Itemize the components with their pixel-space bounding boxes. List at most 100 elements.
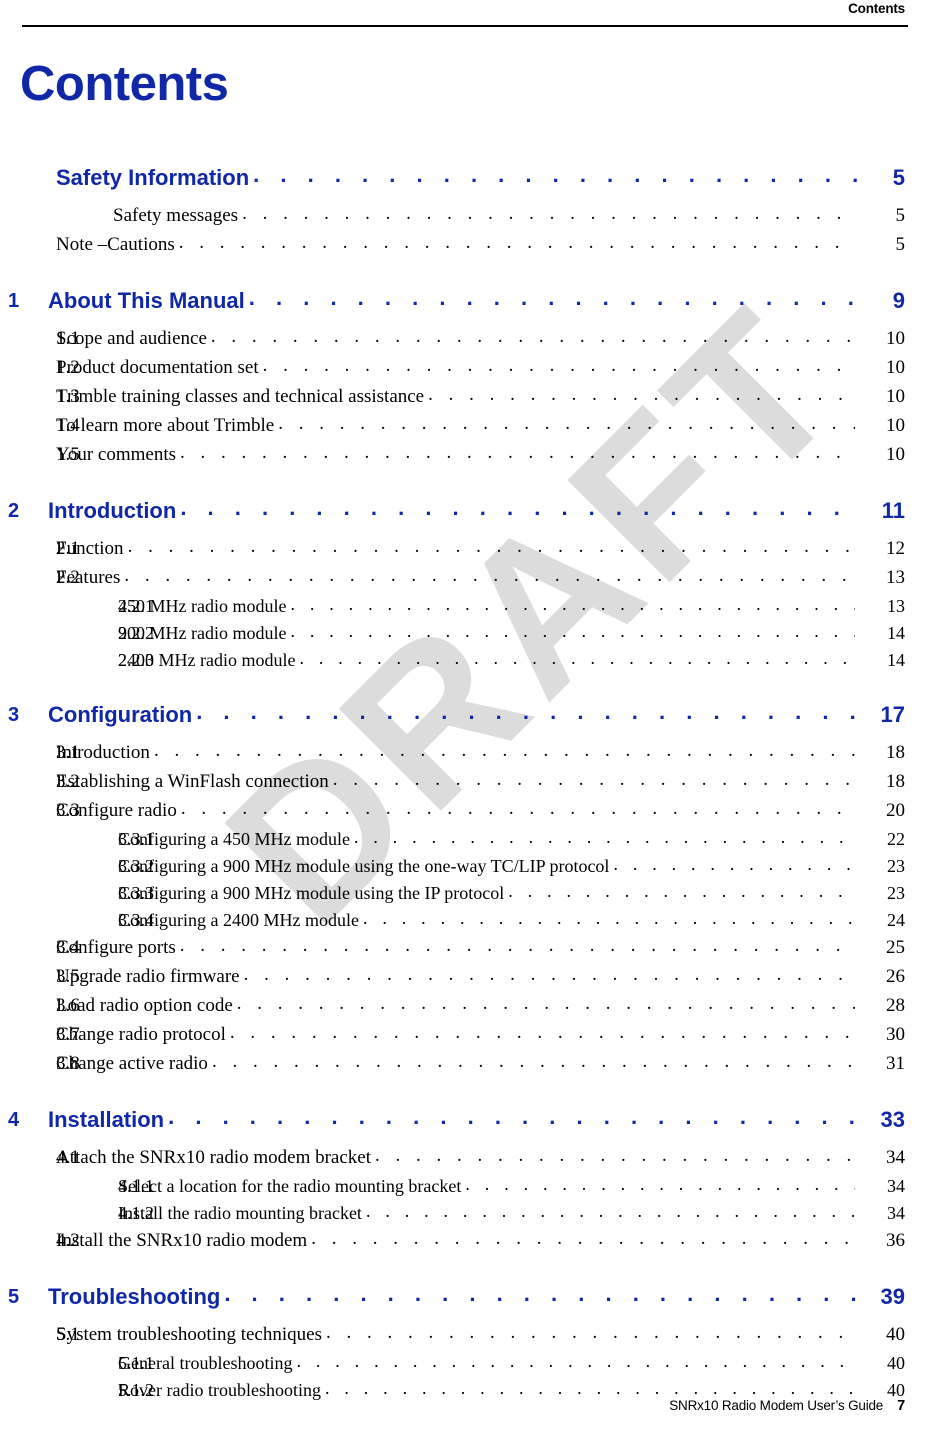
toc-entry-page-number: 23: [887, 856, 905, 876]
toc-entry-label: Rover radio troubleshooting: [118, 1380, 321, 1400]
toc-leader-dots: . . . . . . . . . . . . . . . . . . . . …: [375, 1145, 855, 1166]
toc-entry-section[interactable]: 3.1 Introduction. . . . . . . . . . . . .…: [0, 740, 930, 771]
toc-entry-chapter[interactable]: 1 About This Manual. . . . . . . . . . . …: [0, 281, 930, 321]
toc-leader-dots: . . . . . . . . . . . . . . . . . . . . …: [613, 854, 855, 874]
toc-entry-page-number: 30: [886, 1024, 905, 1045]
toc-entry-number: 3.3: [56, 800, 80, 821]
toc-leader-dots: . . . . . . . . . . . . . . . . . . . . …: [465, 1174, 855, 1194]
toc-entry-subsection[interactable]: 2.2.2 900 MHz radio module. . . . . . . .…: [0, 621, 930, 650]
toc-leader-dots: . . . . . . . . . . . . . . . . . . . . …: [180, 798, 855, 819]
toc-entry-section[interactable]: 1.4 To learn more about Trimble. . . . . …: [0, 413, 930, 444]
toc-entry-number: 4.1.1: [118, 1176, 154, 1196]
toc-entry-section[interactable]: 3.8 Change active radio. . . . . . . . . …: [0, 1051, 930, 1082]
toc-entry-page-number: 40: [886, 1324, 905, 1345]
toc-entry-section[interactable]: 3.7 Change radio protocol. . . . . . . . …: [0, 1022, 930, 1053]
toc-leader-dots: . . . . . . . . . . . . . . . . . . . . …: [508, 881, 855, 901]
toc-entry-subsection[interactable]: 4.1.1 Select a location for the radio mou…: [0, 1174, 930, 1203]
toc-entry-label: Configuring a 900 MHz module using the I…: [118, 883, 505, 903]
toc-leader-dots: . . . . . . . . . . . . . . . . . . . . …: [311, 1228, 855, 1249]
toc-entry-section[interactable]: 3.6 Load radio option code. . . . . . . .…: [0, 993, 930, 1024]
toc-entry-label: Attach the SNRx10 radio modem bracket: [56, 1147, 372, 1168]
page-title: Contents: [20, 57, 229, 111]
toc-leader-dots: . . . . . . . . . . . . . . . . . . . . …: [179, 935, 855, 956]
toc-entry-section[interactable]: 2.2 Features. . . . . . . . . . . . . . .…: [0, 565, 930, 596]
toc-entry-page-number: 13: [886, 567, 905, 588]
toc-entry-number: 3.8: [56, 1053, 80, 1074]
document-page: DRAFT Contents Contents Safety Informati…: [0, 0, 930, 1430]
toc-entry-page-number: 14: [887, 623, 905, 643]
toc-entry-section[interactable]: 3.2 Establishing a WinFlash connection. .…: [0, 769, 930, 800]
toc-leader-dots: . . . . . . . . . . . . . . . . . . . . …: [153, 740, 855, 761]
toc-leader-dots: . . . . . . . . . . . . . . . . . . . . …: [353, 827, 855, 847]
toc-entry-label: Introduction: [48, 498, 177, 523]
toc-leader-dots: . . . . . . . . . . . . . . . . . . . . …: [243, 964, 855, 985]
toc-entry-page-number: 10: [886, 357, 905, 378]
header-rule: [22, 25, 908, 27]
toc-entry-section[interactable]: 1.3 Trimble training classes and technica…: [0, 384, 930, 415]
toc-entry-section[interactable]: 4.2 Install the SNRx10 radio modem. . . .…: [0, 1228, 930, 1259]
toc-entry-section[interactable]: 1.1 Scope and audience. . . . . . . . . .…: [0, 326, 930, 357]
toc-entry-label: Establishing a WinFlash connection: [56, 771, 329, 792]
toc-entry-label: Change active radio: [56, 1053, 208, 1074]
toc-entry-label: Features: [56, 567, 121, 588]
toc-entry-page-number: 39: [880, 1284, 905, 1309]
toc-entry-label: Function: [56, 538, 124, 559]
toc-entry-section[interactable]: 3.3 Configure radio. . . . . . . . . . . …: [0, 798, 930, 829]
toc-entry-section[interactable]: 3.4 Configure ports. . . . . . . . . . . …: [0, 935, 930, 966]
toc-entry-subsection[interactable]: 2.2.3 2400 MHz radio module. . . . . . . …: [0, 648, 930, 677]
toc-entry-chapter[interactable]: 2 Introduction. . . . . . . . . . . . . .…: [0, 491, 930, 531]
toc-entry-section[interactable]: 4.1 Attach the SNRx10 radio modem bracket…: [0, 1145, 930, 1176]
table-of-contents: Safety Information . . . . . . . . . . . …: [0, 158, 930, 1407]
toc-entry-page-number: 23: [887, 883, 905, 903]
toc-entry-chapter[interactable]: Safety Information. . . . . . . . . . . …: [0, 158, 930, 198]
toc-leader-dots: . . . . . . . . . . . . . . . . . . . . …: [262, 355, 855, 376]
toc-leader-dots: . . . . . . . . . . . . . . . . . . . . …: [278, 413, 855, 434]
toc-entry-label: Safety messages: [113, 205, 239, 226]
toc-leader-dots: . . . . . . . . . . . . . . . . . . . . …: [362, 908, 855, 928]
toc-entry-chapter[interactable]: 5 Troubleshooting. . . . . . . . . . . . …: [0, 1277, 930, 1317]
toc-entry-label: Install the radio mounting bracket: [118, 1203, 362, 1223]
toc-entry-page-number: 36: [886, 1230, 905, 1251]
toc-entry-front-subsection[interactable]: Safety messages. . . . . . . . . . . . .…: [0, 203, 930, 234]
toc-entry-subsection[interactable]: 3.3.2 Configuring a 900 MHz module using …: [0, 854, 930, 883]
toc-entry-subsection[interactable]: 3.3.4 Configuring a 2400 MHz module. . . …: [0, 908, 930, 937]
toc-entry-subsection[interactable]: 2.2.1 450 MHz radio module. . . . . . . .…: [0, 594, 930, 623]
toc-entry-front[interactable]: Note –Cautions. . . . . . . . . . . . . …: [0, 232, 930, 263]
toc-leader-dots: . . . . . . . . . . . . . . . . . . . . …: [180, 442, 855, 463]
toc-entry-subsection[interactable]: 4.1.2 Install the radio mounting bracket.…: [0, 1201, 930, 1230]
toc-entry-page-number: 10: [886, 415, 905, 436]
toc-entry-section[interactable]: 5.1 System troubleshooting techniques. . …: [0, 1322, 930, 1353]
toc-entry-page-number: 31: [886, 1053, 905, 1074]
toc-entry-number: 1.2: [56, 357, 80, 378]
toc-entry-number: 5.1.1: [118, 1353, 154, 1373]
toc-entry-page-number: 17: [880, 702, 905, 727]
header-title: Contents: [848, 1, 905, 16]
toc-entry-number: 3.3.4: [118, 910, 154, 930]
toc-entry-label: Change radio protocol: [56, 1024, 226, 1045]
toc-entry-number: 2.2.1: [118, 596, 154, 616]
toc-entry-number: 1: [8, 289, 20, 312]
toc-entry-label: System troubleshooting techniques: [56, 1324, 322, 1345]
toc-leader-dots: . . . . . . . . . . . . . . . . . . . . …: [211, 1051, 855, 1072]
toc-entry-subsection[interactable]: 3.3.1 Configuring a 450 MHz module. . . .…: [0, 827, 930, 856]
toc-entry-section[interactable]: 1.5 Your comments. . . . . . . . . . . . …: [0, 442, 930, 473]
toc-entry-chapter[interactable]: 4 Installation. . . . . . . . . . . . . .…: [0, 1100, 930, 1140]
toc-entry-subsection[interactable]: 5.1.1 General troubleshooting. . . . . . …: [0, 1351, 930, 1380]
page-footer: SNRx10 Radio Modem User’s Guide 7: [669, 1398, 905, 1414]
toc-entry-section[interactable]: 1.2 Product documentation set. . . . . . …: [0, 355, 930, 386]
toc-entry-subsection[interactable]: 3.3.3 Configuring a 900 MHz module using …: [0, 881, 930, 910]
toc-entry-number: 5.1: [56, 1324, 80, 1345]
toc-entry-label: Scope and audience: [56, 328, 207, 349]
toc-entry-label: Troubleshooting: [48, 1284, 221, 1309]
toc-entry-page-number: 20: [886, 800, 905, 821]
toc-entry-number: 4.1: [56, 1147, 80, 1168]
toc-entry-page-number: 25: [886, 937, 905, 958]
toc-leader-dots: . . . . . . . . . . . . . . . . . . . . …: [290, 621, 855, 641]
toc-leader-dots: . . . . . . . . . . . . . . . . . . . . …: [299, 648, 855, 668]
toc-leader-dots: . . . . . . . . . . . . . . . . . . . . …: [224, 1281, 859, 1306]
toc-entry-number: 2.2: [56, 567, 80, 588]
toc-entry-section[interactable]: 3.5 Upgrade radio firmware. . . . . . . .…: [0, 964, 930, 995]
toc-entry-chapter[interactable]: 3 Configuration. . . . . . . . . . . . . …: [0, 695, 930, 735]
toc-entry-section[interactable]: 2.1 Function. . . . . . . . . . . . . . .…: [0, 536, 930, 567]
toc-leader-dots: . . . . . . . . . . . . . . . . . . . . …: [365, 1201, 855, 1221]
